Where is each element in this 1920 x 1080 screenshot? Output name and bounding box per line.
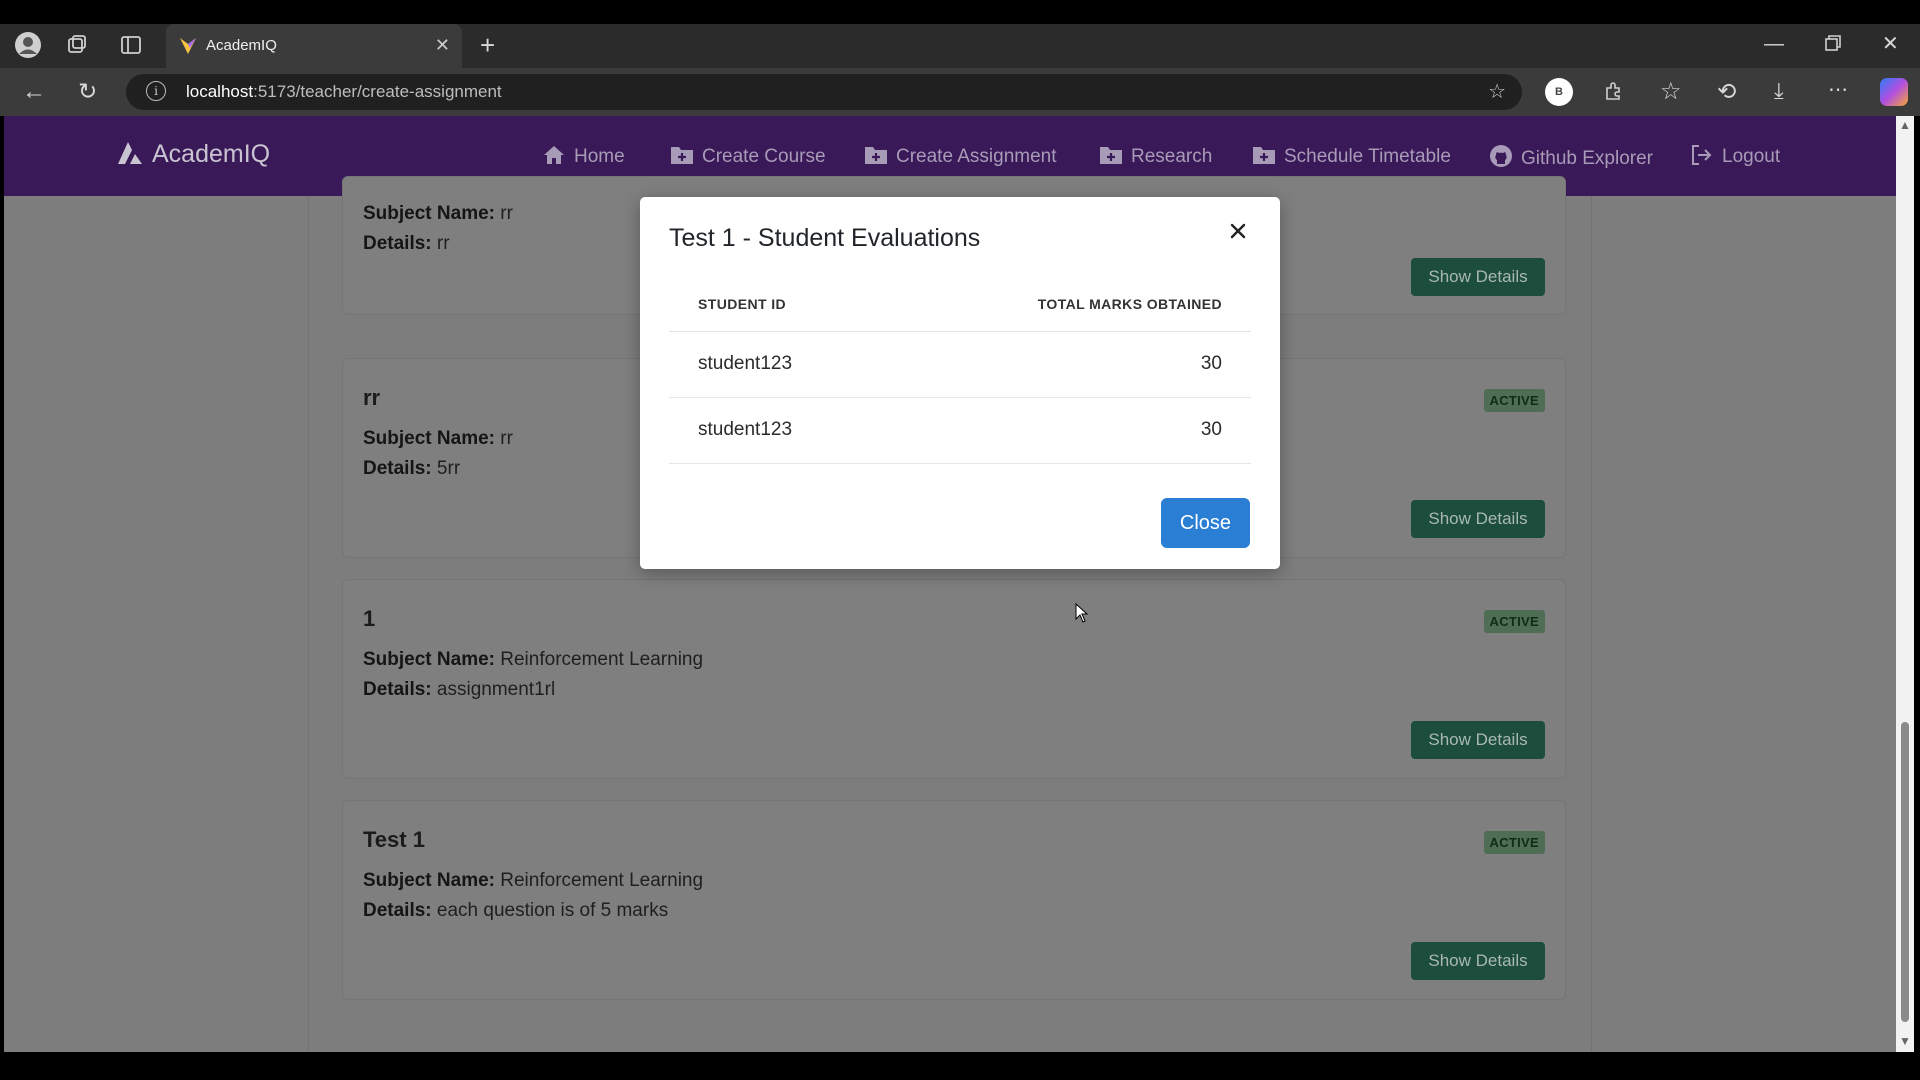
restore-window-icon[interactable] xyxy=(1824,34,1842,56)
minimize-window-icon[interactable]: — xyxy=(1764,34,1784,54)
nav-research[interactable]: Research xyxy=(1099,144,1212,168)
table-row: student123 30 xyxy=(669,331,1251,398)
site-info-icon[interactable]: i xyxy=(146,81,166,101)
nav-schedule-timetable-label: Schedule Timetable xyxy=(1284,146,1451,167)
assignment-subject: Subject Name: Reinforcement Learning xyxy=(363,649,704,670)
address-bar[interactable]: i localhost:5173/teacher/create-assignme… xyxy=(126,74,1522,110)
assignment-details: Details: 5rr xyxy=(363,458,461,479)
marks-cell: 30 xyxy=(881,331,1251,398)
tab-actions-icon[interactable] xyxy=(120,34,142,60)
assignment-title: Test 1 xyxy=(363,827,425,852)
assignment-subject: Subject Name: rr xyxy=(363,203,513,224)
favorites-icon[interactable]: ☆ xyxy=(1660,80,1682,104)
assignment-details: Details: rr xyxy=(363,233,450,254)
show-details-button[interactable]: Show Details xyxy=(1411,500,1545,538)
browser-tab[interactable]: AcademIQ ✕ xyxy=(166,24,462,68)
close-tab-icon[interactable]: ✕ xyxy=(435,35,450,56)
assignment-card: Test 1 ACTIVE Subject Name: Reinforcemen… xyxy=(342,800,1566,1000)
url-text: localhost:5173/teacher/create-assignment xyxy=(186,82,502,101)
reload-icon[interactable]: ↻ xyxy=(78,80,97,103)
home-icon xyxy=(542,144,566,166)
assignment-details: Details: each question is of 5 marks xyxy=(363,900,669,921)
nav-logout[interactable]: Logout xyxy=(1690,144,1780,168)
downloads-icon[interactable]: ⤓ xyxy=(1774,80,1784,102)
close-icon[interactable] xyxy=(1224,217,1252,245)
folder-plus-icon xyxy=(670,144,694,166)
nav-logout-label: Logout xyxy=(1722,146,1781,167)
nav-home[interactable]: Home xyxy=(542,144,625,168)
status-badge: ACTIVE xyxy=(1483,610,1545,633)
workspaces-icon[interactable] xyxy=(66,34,88,60)
close-button[interactable]: Close xyxy=(1161,498,1250,548)
academiq-logo-icon xyxy=(116,140,144,166)
assignment-title: rr xyxy=(363,385,381,410)
table-row: student123 30 xyxy=(669,397,1251,464)
academiq-favicon-icon xyxy=(178,36,198,56)
nav-research-label: Research xyxy=(1131,146,1213,167)
folder-plus-icon xyxy=(1099,144,1123,166)
assignment-subject: Subject Name: Reinforcement Learning xyxy=(363,870,704,891)
assignment-details: Details: assignment1rl xyxy=(363,679,556,700)
close-window-icon[interactable]: ✕ xyxy=(1882,34,1899,54)
table-header-row: STUDENT ID TOTAL MARKS OBTAINED xyxy=(669,277,1251,332)
new-tab-icon[interactable]: + xyxy=(480,32,495,58)
column-header-total-marks: TOTAL MARKS OBTAINED xyxy=(881,277,1251,332)
column-header-student-id: STUDENT ID xyxy=(669,277,882,332)
tab-title: AcademIQ xyxy=(206,37,277,54)
nav-schedule-timetable[interactable]: Schedule Timetable xyxy=(1252,144,1451,168)
brand-logo[interactable]: AcademIQ xyxy=(116,140,270,169)
scroll-up-arrow-icon[interactable]: ▲ xyxy=(1899,118,1911,132)
student-id-cell: student123 xyxy=(669,331,882,398)
nav-create-course[interactable]: Create Course xyxy=(670,144,826,168)
assignment-title: 1 xyxy=(363,606,376,631)
status-badge: ACTIVE xyxy=(1483,389,1545,412)
profile-icon[interactable] xyxy=(14,31,42,63)
page-scrollbar[interactable]: ▲ ▼ xyxy=(1896,116,1914,1052)
modal-title: Test 1 - Student Evaluations xyxy=(669,224,981,252)
nav-create-assignment-label: Create Assignment xyxy=(896,146,1057,167)
brand-name: AcademIQ xyxy=(152,140,271,168)
extensions-icon[interactable] xyxy=(1603,80,1625,106)
mouse-cursor-icon xyxy=(1075,602,1089,623)
assignment-card: 1 ACTIVE Subject Name: Reinforcement Lea… xyxy=(342,579,1566,779)
evaluations-table: STUDENT ID TOTAL MARKS OBTAINED student1… xyxy=(669,277,1251,464)
nav-github-explorer-label: Github Explorer xyxy=(1521,148,1654,169)
status-badge: ACTIVE xyxy=(1483,831,1545,854)
logout-icon xyxy=(1690,144,1714,166)
nav-home-label: Home xyxy=(574,146,625,167)
browser-profile-badge[interactable]: B xyxy=(1545,78,1573,106)
scroll-down-arrow-icon[interactable]: ▼ xyxy=(1899,1034,1911,1048)
show-details-button[interactable]: Show Details xyxy=(1411,942,1545,980)
assignment-subject: Subject Name: rr xyxy=(363,428,513,449)
nav-github-explorer[interactable]: Github Explorer xyxy=(1489,144,1653,170)
student-id-cell: student123 xyxy=(669,397,882,464)
more-menu-icon[interactable]: ⋯ xyxy=(1828,80,1848,100)
marks-cell: 30 xyxy=(881,397,1251,464)
show-details-button[interactable]: Show Details xyxy=(1411,721,1545,759)
copilot-icon[interactable] xyxy=(1880,78,1908,106)
nav-create-course-label: Create Course xyxy=(702,146,826,167)
folder-plus-icon xyxy=(864,144,888,166)
favorite-star-icon[interactable]: ☆ xyxy=(1488,79,1506,104)
back-icon[interactable]: ← xyxy=(22,80,46,104)
github-icon xyxy=(1489,144,1513,167)
nav-create-assignment[interactable]: Create Assignment xyxy=(864,144,1057,168)
show-details-button[interactable]: Show Details xyxy=(1411,258,1545,296)
folder-plus-icon xyxy=(1252,144,1276,166)
scrollbar-thumb[interactable] xyxy=(1901,722,1909,1022)
student-evaluations-modal: Test 1 - Student Evaluations STUDENT ID … xyxy=(640,197,1280,569)
history-icon[interactable]: ⟲ xyxy=(1717,80,1736,103)
